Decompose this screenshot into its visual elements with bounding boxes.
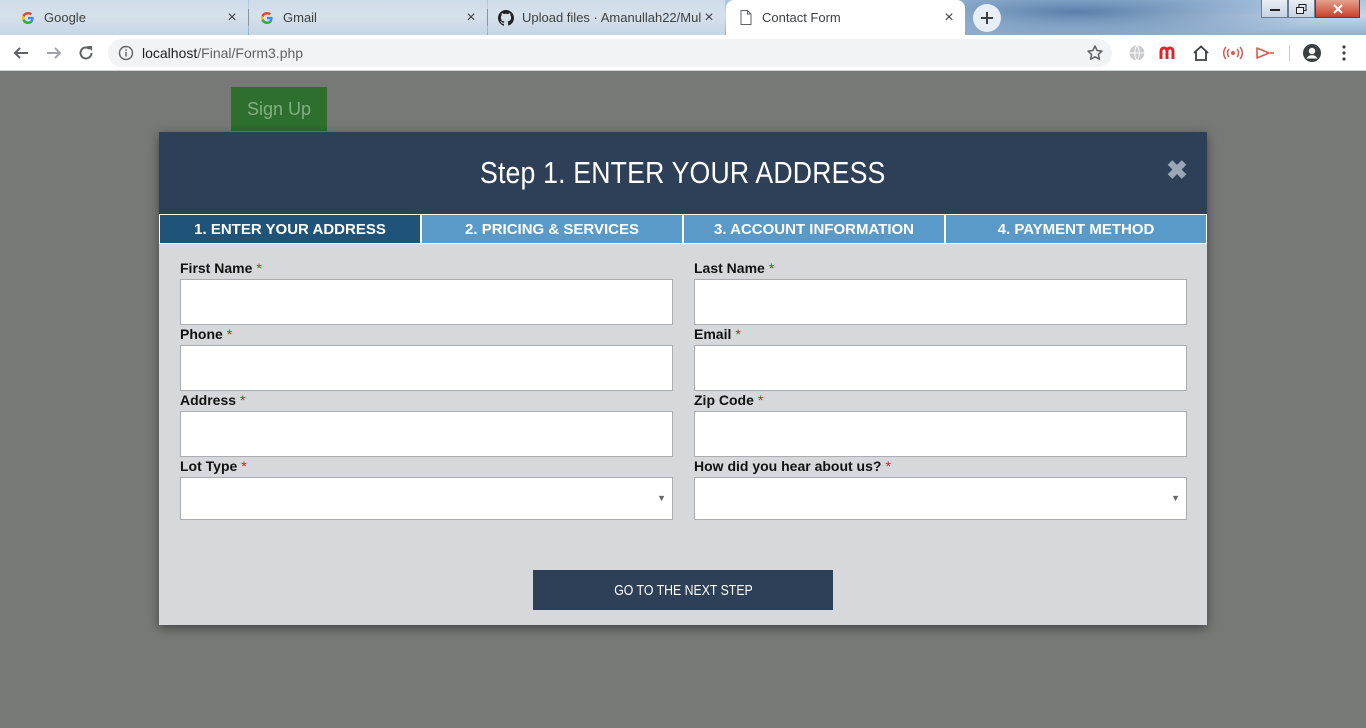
back-arrow-icon bbox=[13, 47, 28, 59]
url-text: localhost/Final/Form3.php bbox=[142, 45, 303, 61]
tab-title: Gmail bbox=[283, 10, 317, 25]
reload-button[interactable] bbox=[74, 41, 98, 65]
github-icon bbox=[498, 9, 514, 26]
zip-code-input[interactable] bbox=[694, 411, 1187, 457]
forward-arrow-icon bbox=[47, 47, 62, 59]
first-name-group: First Name * bbox=[180, 260, 673, 325]
phone-label: Phone * bbox=[180, 326, 233, 342]
modal-title: Step 1. ENTER YOUR ADDRESS bbox=[480, 155, 886, 190]
step-tab-pricing[interactable]: 2. PRICING & SERVICES bbox=[422, 215, 682, 243]
tab-google[interactable]: Google × bbox=[0, 0, 248, 35]
mega-extension-icon[interactable] bbox=[1157, 41, 1181, 65]
restore-button[interactable] bbox=[1288, 0, 1315, 18]
address-bar[interactable]: localhost/Final/Form3.php bbox=[108, 39, 1112, 67]
cast-extension-icon[interactable] bbox=[1221, 41, 1245, 65]
browser-chrome: Google × Gmail × Upload files · Amanulla… bbox=[0, 0, 1366, 71]
tab-close-icon[interactable]: × bbox=[941, 9, 957, 26]
zip-code-group: Zip Code * bbox=[694, 392, 1187, 457]
email-input[interactable] bbox=[694, 345, 1187, 391]
tab-contact-form[interactable]: Contact Form × bbox=[726, 0, 965, 35]
tab-strip: Google × Gmail × Upload files · Amanulla… bbox=[0, 0, 1366, 35]
referral-select[interactable]: ▼ bbox=[694, 477, 1187, 520]
last-name-input[interactable] bbox=[694, 279, 1187, 325]
bookmark-star-icon[interactable] bbox=[1086, 44, 1104, 62]
google-icon bbox=[259, 10, 275, 26]
zip-code-label: Zip Code * bbox=[694, 392, 764, 408]
lot-type-select[interactable]: ▼ bbox=[180, 477, 673, 520]
new-tab-button[interactable] bbox=[973, 4, 1001, 32]
home-icon[interactable] bbox=[1189, 41, 1213, 65]
multi-step-form-modal: Step 1. ENTER YOUR ADDRESS ✖ 1. ENTER YO… bbox=[159, 132, 1207, 625]
phone-input[interactable] bbox=[180, 345, 673, 391]
first-name-input[interactable] bbox=[180, 279, 673, 325]
step-tabs: 1. ENTER YOUR ADDRESS 2. PRICING & SERVI… bbox=[159, 214, 1207, 244]
address-label: Address * bbox=[180, 392, 246, 408]
browser-toolbar: localhost/Final/Form3.php bbox=[0, 35, 1366, 71]
next-step-button[interactable]: GO TO THE NEXT STEP bbox=[533, 570, 833, 610]
window-close-button[interactable] bbox=[1315, 0, 1360, 18]
last-name-group: Last Name * bbox=[694, 260, 1187, 325]
plus-icon bbox=[981, 12, 993, 24]
reload-icon bbox=[79, 46, 93, 60]
dropdown-arrow-icon: ▼ bbox=[1171, 493, 1180, 503]
first-name-label: First Name * bbox=[180, 260, 262, 276]
next-step-label: GO TO THE NEXT STEP bbox=[613, 581, 753, 599]
back-button[interactable] bbox=[9, 41, 33, 65]
forward-button[interactable] bbox=[42, 41, 66, 65]
minimize-button[interactable] bbox=[1261, 0, 1288, 18]
close-icon[interactable]: ✖ bbox=[1165, 157, 1189, 183]
email-group: Email * bbox=[694, 326, 1187, 391]
menu-kebab-icon[interactable] bbox=[1332, 41, 1356, 65]
url-host: localhost bbox=[142, 45, 198, 61]
tab-close-icon[interactable]: × bbox=[224, 9, 240, 26]
close-icon bbox=[1332, 3, 1343, 14]
step-tab-payment[interactable]: 4. PAYMENT METHOD bbox=[946, 215, 1206, 243]
page-icon bbox=[738, 10, 754, 26]
restore-icon bbox=[1296, 3, 1307, 14]
email-label: Email * bbox=[694, 326, 741, 342]
tab-close-icon[interactable]: × bbox=[463, 9, 479, 26]
address-group: Address * bbox=[180, 392, 673, 457]
sign-up-button[interactable]: Sign Up bbox=[231, 87, 327, 131]
info-icon[interactable] bbox=[118, 45, 134, 61]
tab-title: Contact Form bbox=[762, 10, 841, 25]
last-name-label: Last Name * bbox=[694, 260, 775, 276]
step-tab-address[interactable]: 1. ENTER YOUR ADDRESS bbox=[160, 215, 420, 243]
tab-close-icon[interactable]: × bbox=[701, 9, 717, 26]
globe-extension-icon[interactable] bbox=[1125, 41, 1149, 65]
profile-avatar-icon[interactable] bbox=[1300, 41, 1324, 65]
lot-type-label: Lot Type * bbox=[180, 458, 247, 474]
referral-label: How did you hear about us? * bbox=[694, 458, 891, 474]
address-input[interactable] bbox=[180, 411, 673, 457]
tab-title: Google bbox=[44, 10, 86, 25]
lot-type-group: Lot Type * ▼ bbox=[180, 458, 673, 520]
modal-header: Step 1. ENTER YOUR ADDRESS ✖ bbox=[159, 132, 1207, 214]
share-extension-icon[interactable] bbox=[1253, 41, 1277, 65]
referral-group: How did you hear about us? * ▼ bbox=[694, 458, 1187, 520]
google-icon bbox=[20, 10, 36, 26]
tab-title: Upload files · Amanullah22/Multi bbox=[522, 10, 701, 25]
tab-upload-files[interactable]: Upload files · Amanullah22/Multi × bbox=[488, 0, 725, 35]
phone-group: Phone * bbox=[180, 326, 673, 391]
window-controls bbox=[1261, 0, 1360, 20]
url-path: /Final/Form3.php bbox=[197, 45, 304, 61]
dropdown-arrow-icon: ▼ bbox=[657, 493, 666, 503]
step-tab-account[interactable]: 3. ACCOUNT INFORMATION bbox=[684, 215, 944, 243]
minimize-icon bbox=[1269, 8, 1280, 11]
tab-gmail[interactable]: Gmail × bbox=[249, 0, 487, 35]
